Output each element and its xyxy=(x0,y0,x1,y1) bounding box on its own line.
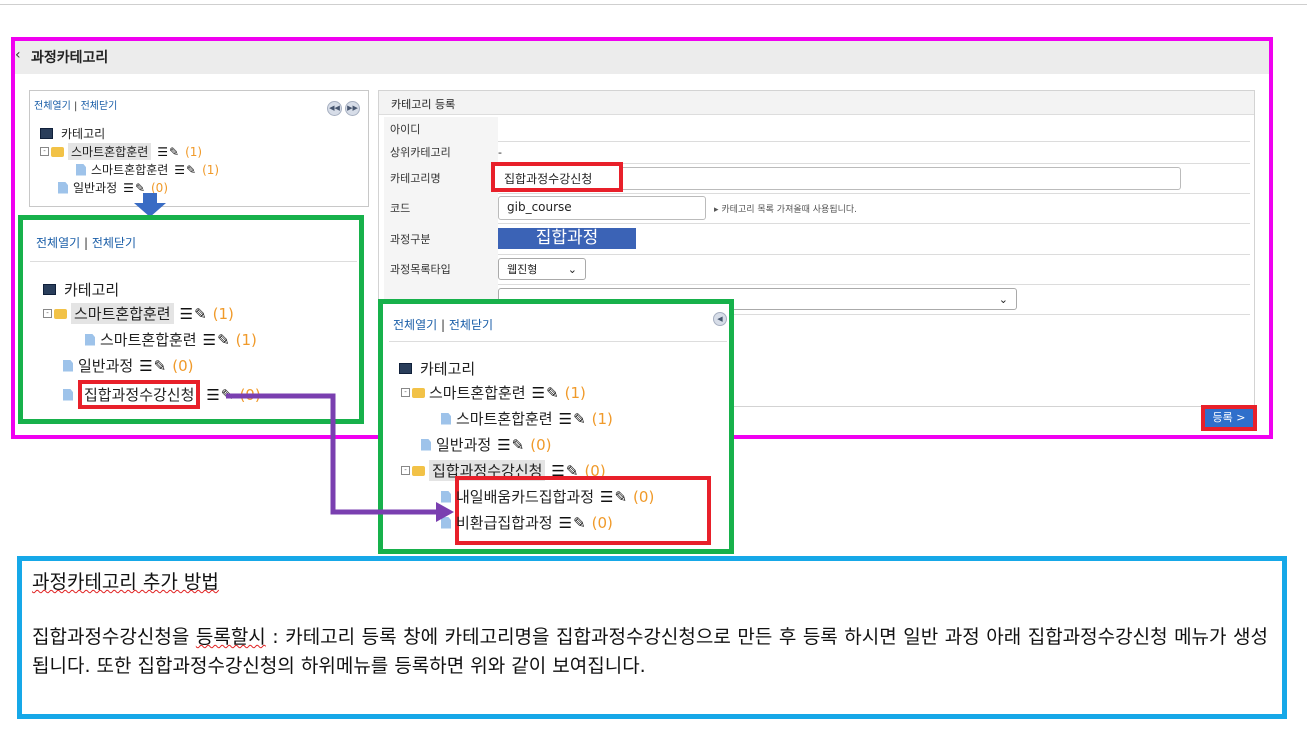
edit-icon[interactable]: ✎ xyxy=(169,145,179,159)
chevron-down-icon: ⌄ xyxy=(567,262,577,276)
list-icon[interactable]: ☰ xyxy=(559,410,572,428)
tree-root[interactable]: 카테고리 xyxy=(43,279,119,300)
document-icon xyxy=(63,359,73,372)
collapse-all-link[interactable]: 전체닫기 xyxy=(81,101,118,112)
folder-root-icon xyxy=(40,128,53,139)
code-input[interactable]: gib_course xyxy=(498,196,706,220)
tree-item[interactable]: 스마트혼합훈련 ☰ ✎ (1) xyxy=(76,161,219,178)
tree-item[interactable]: - 스마트혼합훈련 ☰ ✎ (1) xyxy=(40,143,202,160)
row-id: 아이디 xyxy=(384,117,1250,142)
list-icon[interactable]: ☰ xyxy=(497,436,510,454)
row-list-type: 과정목록타입 웹진형 ⌄ xyxy=(384,254,1250,285)
tree-root[interactable]: 카테고리 xyxy=(399,358,475,379)
chevron-left-icon[interactable]: ‹ xyxy=(15,47,21,63)
parent-value: - xyxy=(498,145,502,159)
edit-icon[interactable]: ✎ xyxy=(614,488,627,506)
new-item-highlight: 집합과정수강신청 xyxy=(78,380,201,409)
description-title: 과정카테고리 추가 방법 xyxy=(32,571,219,593)
panel-toggle-buttons: ◀◀ ▶▶ xyxy=(324,95,360,116)
collapse-node-icon[interactable]: - xyxy=(43,309,52,318)
edit-icon[interactable]: ✎ xyxy=(573,410,586,428)
register-button[interactable]: 등록 > xyxy=(1201,405,1257,431)
tree-item[interactable]: - 스마트혼합훈련 ☰ ✎ (1) xyxy=(43,303,234,324)
edit-icon[interactable]: ✎ xyxy=(186,163,196,177)
course-type-value[interactable]: 집합과정 xyxy=(498,228,636,249)
collapse-left-icon[interactable]: ◀ xyxy=(713,312,727,326)
folder-icon xyxy=(51,146,64,157)
list-type-select[interactable]: 웹진형 ⌄ xyxy=(498,258,586,280)
edit-icon[interactable]: ✎ xyxy=(512,436,525,454)
document-icon xyxy=(63,388,73,401)
collapse-all-link[interactable]: 전체닫기 xyxy=(92,236,136,250)
category-tree-panel: 전체열기 | 전체닫기 ◀◀ ▶▶ 카테고리 - 스마트혼합훈련 ☰ ✎ (1) 스… xyxy=(29,90,369,207)
code-hint: ▸ 카테고리 목록 가져올때 사용됩니다. xyxy=(714,204,858,215)
form-header: 카테고리 등록 xyxy=(379,91,1254,115)
edit-icon[interactable]: ✎ xyxy=(217,331,230,349)
collapse-all-link[interactable]: 전체닫기 xyxy=(449,318,493,332)
tree-item[interactable]: 스마트혼합훈련 ☰ ✎ (1) xyxy=(85,329,257,350)
description-box: 과정카테고리 추가 방법 집합과정수강신청을 등록할시 : 카테고리 등록 창에… xyxy=(17,556,1287,719)
list-icon[interactable]: ☰ xyxy=(180,305,193,323)
collapse-left-icon[interactable]: ◀◀ xyxy=(327,101,342,116)
list-icon[interactable]: ☰ xyxy=(123,181,134,195)
page-title: 과정카테고리 xyxy=(31,50,109,66)
description-text: 집합과정수강신청을 등록할시 : 카테고리 등록 창에 카테고리명을 집합과정수… xyxy=(32,626,1268,677)
edit-icon[interactable]: ✎ xyxy=(546,384,559,402)
document-icon xyxy=(58,181,68,194)
list-icon[interactable]: ☰ xyxy=(206,386,219,404)
collapse-node-icon[interactable]: - xyxy=(40,147,49,156)
list-icon[interactable]: ☰ xyxy=(157,145,168,159)
list-icon[interactable]: ☰ xyxy=(203,331,216,349)
expand-all-link[interactable]: 전체열기 xyxy=(34,101,71,112)
expand-right-icon[interactable]: ▶▶ xyxy=(345,101,360,116)
tree-item-child[interactable]: 내일배움카드집합과정 ☰ ✎ (0) xyxy=(441,486,654,507)
list-icon[interactable]: ☰ xyxy=(532,384,545,402)
expand-all-link[interactable]: 전체열기 xyxy=(393,318,437,332)
folder-icon xyxy=(54,308,67,319)
purple-arrow-icon xyxy=(226,393,454,522)
list-icon[interactable]: ☰ xyxy=(600,488,613,506)
row-code: 코드 gib_course ▸ 카테고리 목록 가져올때 사용됩니다. xyxy=(384,193,1250,224)
document-icon xyxy=(85,333,95,346)
top-divider xyxy=(0,4,1307,5)
document-icon xyxy=(76,163,86,176)
list-icon[interactable]: ☰ xyxy=(174,163,185,177)
folder-root-icon xyxy=(399,363,412,374)
page-header: ‹ 과정카테고리 xyxy=(15,41,1269,74)
expand-all-link[interactable]: 전체열기 xyxy=(36,236,80,250)
down-arrow-icon xyxy=(134,193,166,217)
tree-root[interactable]: 카테고리 xyxy=(40,125,105,142)
edit-icon[interactable]: ✎ xyxy=(194,305,207,323)
row-parent: 상위카테고리 - xyxy=(384,141,1250,164)
list-icon[interactable]: ☰ xyxy=(139,357,152,375)
folder-root-icon xyxy=(43,284,56,295)
edit-icon[interactable]: ✎ xyxy=(573,514,586,532)
edit-icon[interactable]: ✎ xyxy=(154,357,167,375)
tree-item[interactable]: 일반과정 ☰ ✎ (0) xyxy=(63,355,193,376)
row-course-type: 과정구분 집합과정 xyxy=(384,223,1250,255)
chevron-down-icon: ⌄ xyxy=(998,292,1008,306)
list-icon[interactable]: ☰ xyxy=(559,514,572,532)
category-name-highlight: 집합과정수강신청 xyxy=(491,162,623,192)
